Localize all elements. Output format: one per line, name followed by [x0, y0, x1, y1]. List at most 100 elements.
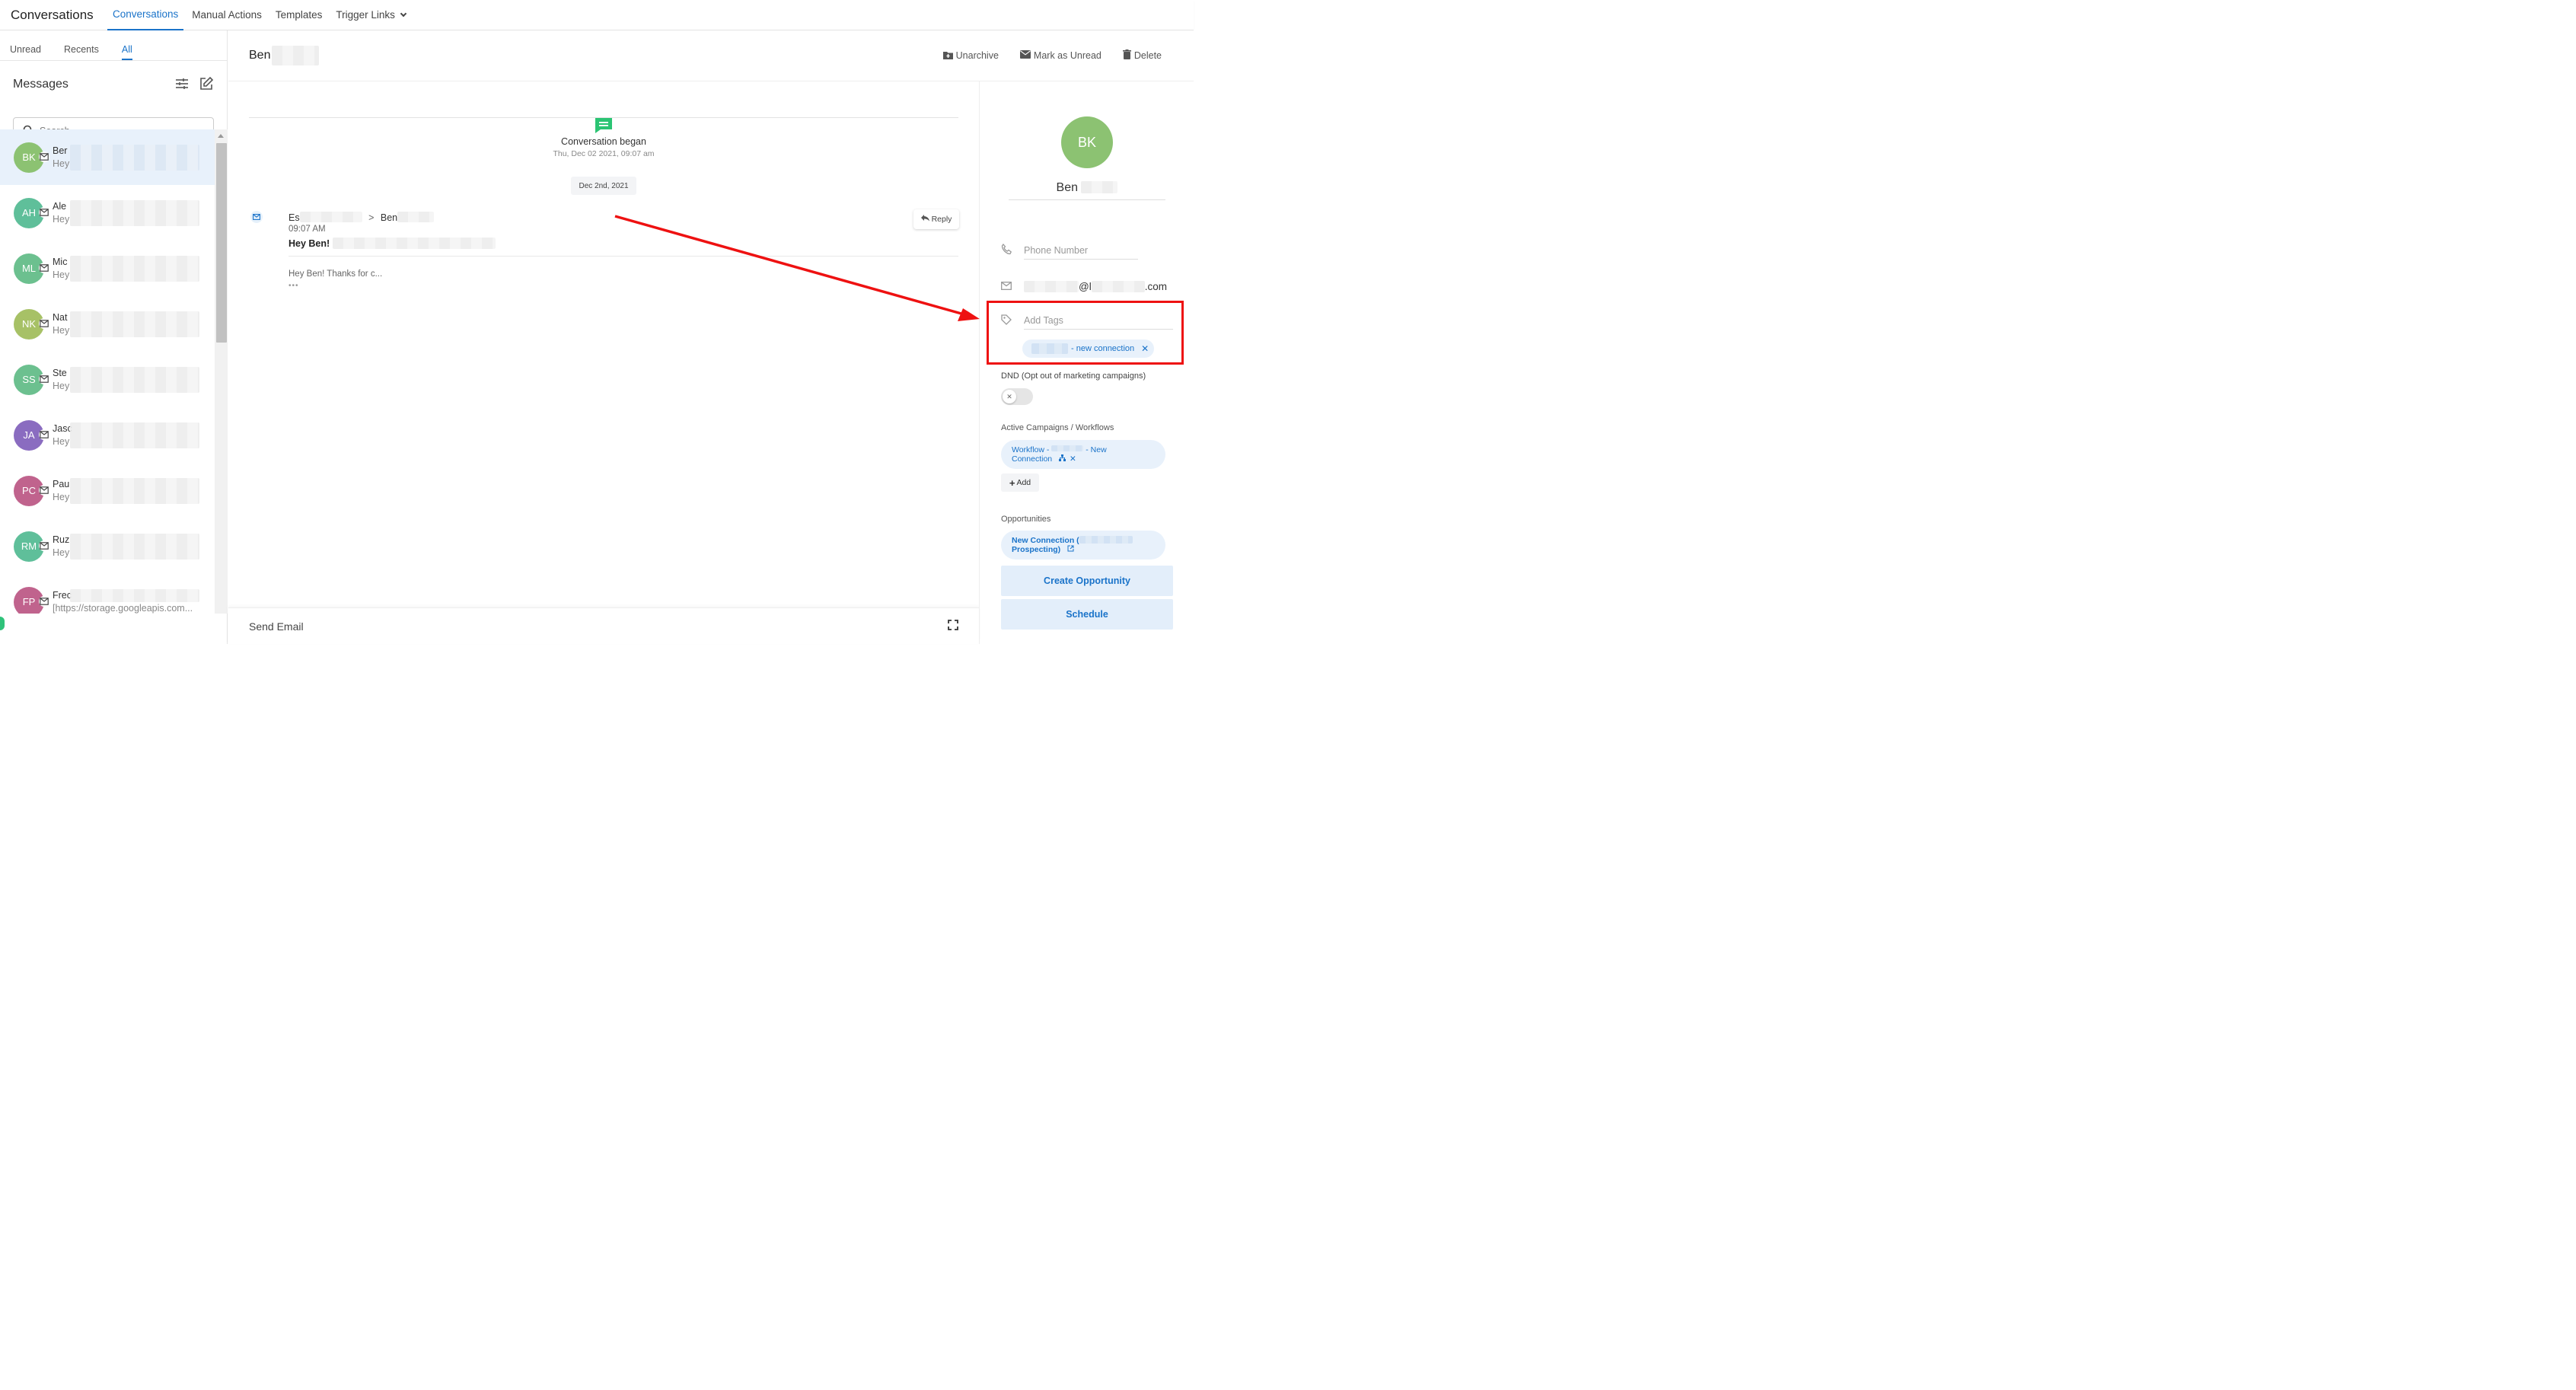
nav-templates[interactable]: Templates	[270, 0, 328, 30]
messages-header: Messages	[0, 61, 227, 108]
schedule-button[interactable]: Schedule	[1001, 599, 1173, 630]
dnd-toggle[interactable]: ✕	[1001, 388, 1033, 405]
email-subject-line[interactable]: Hey Ben!	[289, 238, 496, 249]
mail-icon	[39, 206, 49, 218]
mail-icon	[39, 540, 49, 551]
redacted-block	[70, 589, 199, 602]
top-nav: Conversations Conversations Manual Actio…	[0, 0, 1194, 30]
email-field[interactable]: @l .com	[1001, 277, 1175, 295]
trash-icon	[1122, 49, 1131, 62]
nav-conversations[interactable]: Conversations	[107, 0, 184, 30]
add-label: Add	[1016, 478, 1031, 487]
contact-panel: BK Ben Phone Number @l .com Add Tags - ne…	[979, 81, 1194, 644]
conversation-row[interactable]: RM Ruz Hey	[0, 518, 215, 574]
redacted-block	[70, 200, 199, 226]
mark-unread-label: Mark as Unread	[1033, 50, 1101, 61]
compose-icon[interactable]	[199, 76, 214, 94]
contact-name: Ste	[53, 367, 67, 378]
redacted-block	[1051, 445, 1084, 451]
contact-name-line: Ben	[980, 181, 1194, 195]
redacted-block	[70, 311, 199, 337]
highlight-box	[987, 301, 1184, 365]
conversation-row[interactable]: SS Ste Hey	[0, 352, 215, 407]
contact-name: Pau	[53, 478, 70, 489]
workflow-line1a: Workflow -	[1012, 445, 1050, 454]
email-sender: Es	[289, 212, 300, 223]
redacted-block	[70, 367, 199, 393]
mail-icon	[39, 262, 49, 273]
tab-all[interactable]: All	[121, 44, 132, 60]
email-divider	[289, 256, 958, 257]
message-preview: Hey	[53, 547, 70, 558]
email-preview[interactable]: Hey Ben! Thanks for c...	[289, 269, 382, 279]
workflow-remove-icon[interactable]: ✕	[1070, 454, 1076, 464]
avatar: FP	[14, 586, 49, 614]
conversation-row[interactable]: FP Frec [https://storage.googleapis.com..…	[0, 574, 215, 614]
mail-icon	[39, 595, 49, 607]
name-underline	[1009, 199, 1165, 200]
email-from-line: Es > Ben	[289, 212, 435, 223]
redacted-block	[397, 212, 435, 222]
reply-button[interactable]: Reply	[913, 209, 959, 229]
conversation-row[interactable]: PC Pau Hey	[0, 463, 215, 518]
phone-field[interactable]: Phone Number	[1001, 241, 1138, 260]
avatar-initials: SS	[22, 374, 36, 385]
message-preview: Hey	[53, 491, 70, 502]
avatar-initials: BK	[22, 151, 36, 163]
chat-bubble-icon	[595, 117, 613, 136]
delete-button[interactable]: Delete	[1122, 49, 1162, 62]
conversation-contact-name: Ben	[249, 49, 271, 62]
email-value[interactable]: @l .com	[1024, 277, 1175, 295]
redacted-block	[1081, 181, 1118, 193]
conversation-began-title: Conversation began	[561, 136, 646, 147]
envelope-outline-icon	[1001, 281, 1013, 292]
tab-recents[interactable]: Recents	[64, 44, 99, 60]
create-opportunity-button[interactable]: Create Opportunity	[1001, 566, 1173, 596]
email-expand-dots[interactable]: •••	[289, 282, 299, 290]
add-workflow-button[interactable]: + Add	[1001, 473, 1039, 492]
email-composer[interactable]: Send Email	[228, 607, 979, 644]
email-recipient: Ben	[380, 212, 398, 223]
avatar-initials: NK	[21, 318, 37, 330]
avatar-initials: ML	[21, 263, 37, 274]
conversation-row[interactable]: AH Ale Hey	[0, 185, 215, 241]
app-title: Conversations	[11, 7, 94, 22]
conversation-row[interactable]: BK Ber Hey	[0, 129, 215, 185]
filter-sliders-icon[interactable]	[174, 76, 190, 94]
nav-manual-actions[interactable]: Manual Actions	[187, 0, 267, 30]
tab-unread[interactable]: Unread	[10, 44, 41, 60]
nav-trigger-links[interactable]: Trigger Links	[330, 0, 411, 30]
contact-avatar: BK	[1061, 116, 1113, 168]
avatar: PC	[14, 475, 49, 506]
unarchive-button[interactable]: Unarchive	[942, 49, 999, 62]
avatar-initials: PC	[21, 485, 37, 496]
redacted-block	[332, 238, 496, 249]
external-link-icon[interactable]	[1067, 545, 1074, 554]
redacted-block	[70, 534, 199, 560]
opportunity-chip[interactable]: New Connection ( Prospecting)	[1001, 531, 1165, 560]
avatar: BK	[14, 142, 49, 173]
expand-icon[interactable]	[948, 620, 958, 633]
workflow-hierarchy-icon[interactable]	[1059, 454, 1066, 464]
archive-icon	[942, 50, 953, 62]
messages-title: Messages	[13, 78, 69, 91]
workflow-chip[interactable]: Workflow - - New Connection ✕	[1001, 440, 1165, 469]
conversation-row[interactable]: ML Mic Hey	[0, 241, 215, 296]
sidebar-scrollbar-thumb[interactable]	[216, 143, 227, 343]
conversation-row[interactable]: JA Jasc Hey	[0, 407, 215, 463]
date-pill: Dec 2nd, 2021	[571, 177, 636, 195]
mail-icon	[39, 429, 49, 440]
email-icon	[250, 211, 263, 223]
chevron-down-icon	[400, 10, 407, 17]
contact-name: Ale	[53, 200, 67, 212]
phone-input[interactable]: Phone Number	[1024, 241, 1138, 260]
scroll-up-arrow-icon[interactable]	[218, 134, 224, 138]
envelope-icon	[1019, 50, 1031, 61]
email-arrow: >	[368, 212, 375, 223]
contact-panel-name: Ben	[1056, 181, 1078, 194]
email-time: 09:07 AM	[289, 225, 326, 234]
conversation-row[interactable]: NK Nat Hey	[0, 296, 215, 352]
mail-icon	[39, 317, 49, 329]
avatar: SS	[14, 364, 49, 395]
mark-unread-button[interactable]: Mark as Unread	[1019, 49, 1101, 62]
